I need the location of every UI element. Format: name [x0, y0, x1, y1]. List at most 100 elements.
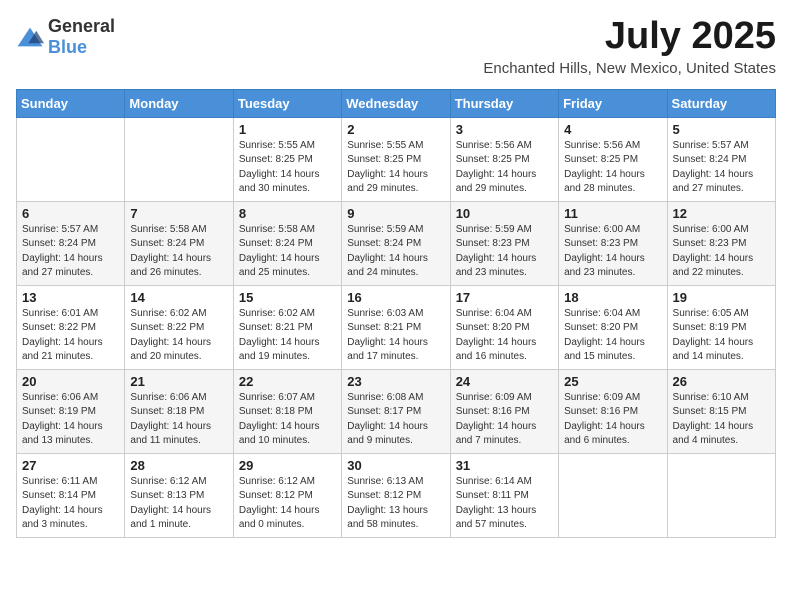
- day-number: 4: [564, 122, 661, 137]
- calendar-cell: 26 Sunrise: 6:10 AMSunset: 8:15 PMDayligh…: [667, 369, 775, 453]
- day-number: 19: [673, 290, 770, 305]
- day-number: 26: [673, 374, 770, 389]
- calendar-cell: 9 Sunrise: 5:59 AMSunset: 8:24 PMDaylight…: [342, 201, 450, 285]
- page-header: General Blue July 2025 Enchanted Hills, …: [16, 16, 776, 77]
- day-number: 9: [347, 206, 444, 221]
- day-info: Sunrise: 5:57 AMSunset: 8:24 PMDaylight:…: [673, 139, 770, 197]
- day-number: 1: [239, 122, 336, 137]
- calendar-week-row: 6 Sunrise: 5:57 AMSunset: 8:24 PMDaylight…: [17, 201, 776, 285]
- calendar-cell: 4 Sunrise: 5:56 AMSunset: 8:25 PMDaylight…: [559, 117, 667, 201]
- logo-general: General: [48, 16, 115, 36]
- day-number: 29: [239, 458, 336, 473]
- day-info: Sunrise: 6:02 AMSunset: 8:21 PMDaylight:…: [239, 307, 336, 365]
- calendar-cell: [667, 453, 775, 537]
- day-number: 23: [347, 374, 444, 389]
- day-info: Sunrise: 6:06 AMSunset: 8:18 PMDaylight:…: [130, 391, 227, 449]
- day-info: Sunrise: 6:09 AMSunset: 8:16 PMDaylight:…: [456, 391, 553, 449]
- day-info: Sunrise: 6:02 AMSunset: 8:22 PMDaylight:…: [130, 307, 227, 365]
- day-number: 28: [130, 458, 227, 473]
- weekday-header: Sunday: [17, 89, 125, 117]
- title-block: July 2025 Enchanted Hills, New Mexico, U…: [483, 16, 776, 77]
- day-number: 2: [347, 122, 444, 137]
- calendar-cell: 8Sunrise: 5:58 AMSunset: 8:24 PMDaylight…: [233, 201, 341, 285]
- calendar-week-row: 1 Sunrise: 5:55 AMSunset: 8:25 PMDaylight…: [17, 117, 776, 201]
- day-info: Sunrise: 5:56 AMSunset: 8:25 PMDaylight:…: [564, 139, 661, 197]
- day-info: Sunrise: 5:55 AMSunset: 8:25 PMDaylight:…: [347, 139, 444, 197]
- logo-icon: [16, 26, 44, 48]
- day-number: 25: [564, 374, 661, 389]
- day-number: 27: [22, 458, 119, 473]
- calendar-cell: 18Sunrise: 6:04 AMSunset: 8:20 PMDayligh…: [559, 285, 667, 369]
- weekday-header: Saturday: [667, 89, 775, 117]
- calendar-cell: 17 Sunrise: 6:04 AMSunset: 8:20 PMDayligh…: [450, 285, 558, 369]
- day-number: 12: [673, 206, 770, 221]
- day-number: 18: [564, 290, 661, 305]
- calendar-cell: 23 Sunrise: 6:08 AMSunset: 8:17 PMDayligh…: [342, 369, 450, 453]
- calendar-cell: 13 Sunrise: 6:01 AMSunset: 8:22 PMDayligh…: [17, 285, 125, 369]
- calendar-cell: [17, 117, 125, 201]
- day-number: 14: [130, 290, 227, 305]
- day-number: 17: [456, 290, 553, 305]
- day-number: 15: [239, 290, 336, 305]
- calendar-cell: 7Sunrise: 5:58 AMSunset: 8:24 PMDaylight…: [125, 201, 233, 285]
- day-number: 3: [456, 122, 553, 137]
- day-number: 31: [456, 458, 553, 473]
- day-info: Sunrise: 6:12 AMSunset: 8:13 PMDaylight:…: [130, 475, 227, 533]
- day-info: Sunrise: 5:58 AMSunset: 8:24 PMDaylight:…: [239, 223, 336, 281]
- calendar-cell: 5 Sunrise: 5:57 AMSunset: 8:24 PMDaylight…: [667, 117, 775, 201]
- day-info: Sunrise: 5:59 AMSunset: 8:24 PMDaylight:…: [347, 223, 444, 281]
- weekday-header: Tuesday: [233, 89, 341, 117]
- day-number: 21: [130, 374, 227, 389]
- calendar-cell: 30 Sunrise: 6:13 AMSunset: 8:12 PMDayligh…: [342, 453, 450, 537]
- calendar-cell: 2 Sunrise: 5:55 AMSunset: 8:25 PMDaylight…: [342, 117, 450, 201]
- day-number: 30: [347, 458, 444, 473]
- day-info: Sunrise: 6:10 AMSunset: 8:15 PMDaylight:…: [673, 391, 770, 449]
- calendar-cell: 27 Sunrise: 6:11 AMSunset: 8:14 PMDayligh…: [17, 453, 125, 537]
- day-number: 6: [22, 206, 119, 221]
- day-number: 11: [564, 206, 661, 221]
- day-number: 7: [130, 206, 227, 221]
- logo-blue: Blue: [48, 37, 87, 57]
- day-info: Sunrise: 5:57 AMSunset: 8:24 PMDaylight:…: [22, 223, 119, 281]
- calendar-cell: 24Sunrise: 6:09 AMSunset: 8:16 PMDayligh…: [450, 369, 558, 453]
- calendar-cell: 15 Sunrise: 6:02 AMSunset: 8:21 PMDayligh…: [233, 285, 341, 369]
- day-info: Sunrise: 6:14 AMSunset: 8:11 PMDaylight:…: [456, 475, 553, 533]
- calendar-cell: 21 Sunrise: 6:06 AMSunset: 8:18 PMDayligh…: [125, 369, 233, 453]
- day-number: 5: [673, 122, 770, 137]
- calendar-cell: 16Sunrise: 6:03 AMSunset: 8:21 PMDayligh…: [342, 285, 450, 369]
- logo-text: General Blue: [48, 16, 115, 58]
- day-info: Sunrise: 6:00 AMSunset: 8:23 PMDaylight:…: [673, 223, 770, 281]
- day-info: Sunrise: 6:13 AMSunset: 8:12 PMDaylight:…: [347, 475, 444, 533]
- day-info: Sunrise: 6:00 AMSunset: 8:23 PMDaylight:…: [564, 223, 661, 281]
- calendar-cell: 28 Sunrise: 6:12 AMSunset: 8:13 PMDayligh…: [125, 453, 233, 537]
- calendar-week-row: 27 Sunrise: 6:11 AMSunset: 8:14 PMDayligh…: [17, 453, 776, 537]
- calendar-cell: 10Sunrise: 5:59 AMSunset: 8:23 PMDayligh…: [450, 201, 558, 285]
- day-number: 16: [347, 290, 444, 305]
- calendar-cell: 1 Sunrise: 5:55 AMSunset: 8:25 PMDaylight…: [233, 117, 341, 201]
- location-title: Enchanted Hills, New Mexico, United Stat…: [483, 60, 776, 77]
- day-info: Sunrise: 6:12 AMSunset: 8:12 PMDaylight:…: [239, 475, 336, 533]
- day-info: Sunrise: 6:05 AMSunset: 8:19 PMDaylight:…: [673, 307, 770, 365]
- day-info: Sunrise: 6:06 AMSunset: 8:19 PMDaylight:…: [22, 391, 119, 449]
- day-info: Sunrise: 6:08 AMSunset: 8:17 PMDaylight:…: [347, 391, 444, 449]
- calendar-cell: 3Sunrise: 5:56 AMSunset: 8:25 PMDaylight…: [450, 117, 558, 201]
- day-info: Sunrise: 6:07 AMSunset: 8:18 PMDaylight:…: [239, 391, 336, 449]
- day-number: 20: [22, 374, 119, 389]
- calendar-cell: [559, 453, 667, 537]
- calendar-cell: 14 Sunrise: 6:02 AMSunset: 8:22 PMDayligh…: [125, 285, 233, 369]
- day-info: Sunrise: 6:04 AMSunset: 8:20 PMDaylight:…: [456, 307, 553, 365]
- day-info: Sunrise: 6:09 AMSunset: 8:16 PMDaylight:…: [564, 391, 661, 449]
- day-number: 10: [456, 206, 553, 221]
- day-info: Sunrise: 6:11 AMSunset: 8:14 PMDaylight:…: [22, 475, 119, 533]
- weekday-header: Thursday: [450, 89, 558, 117]
- day-info: Sunrise: 5:55 AMSunset: 8:25 PMDaylight:…: [239, 139, 336, 197]
- calendar-cell: 25 Sunrise: 6:09 AMSunset: 8:16 PMDayligh…: [559, 369, 667, 453]
- day-info: Sunrise: 6:01 AMSunset: 8:22 PMDaylight:…: [22, 307, 119, 365]
- calendar-cell: 19 Sunrise: 6:05 AMSunset: 8:19 PMDayligh…: [667, 285, 775, 369]
- month-title: July 2025: [483, 16, 776, 58]
- calendar-cell: [125, 117, 233, 201]
- calendar-week-row: 13 Sunrise: 6:01 AMSunset: 8:22 PMDayligh…: [17, 285, 776, 369]
- day-number: 13: [22, 290, 119, 305]
- logo: General Blue: [16, 16, 115, 58]
- calendar-cell: 12 Sunrise: 6:00 AMSunset: 8:23 PMDayligh…: [667, 201, 775, 285]
